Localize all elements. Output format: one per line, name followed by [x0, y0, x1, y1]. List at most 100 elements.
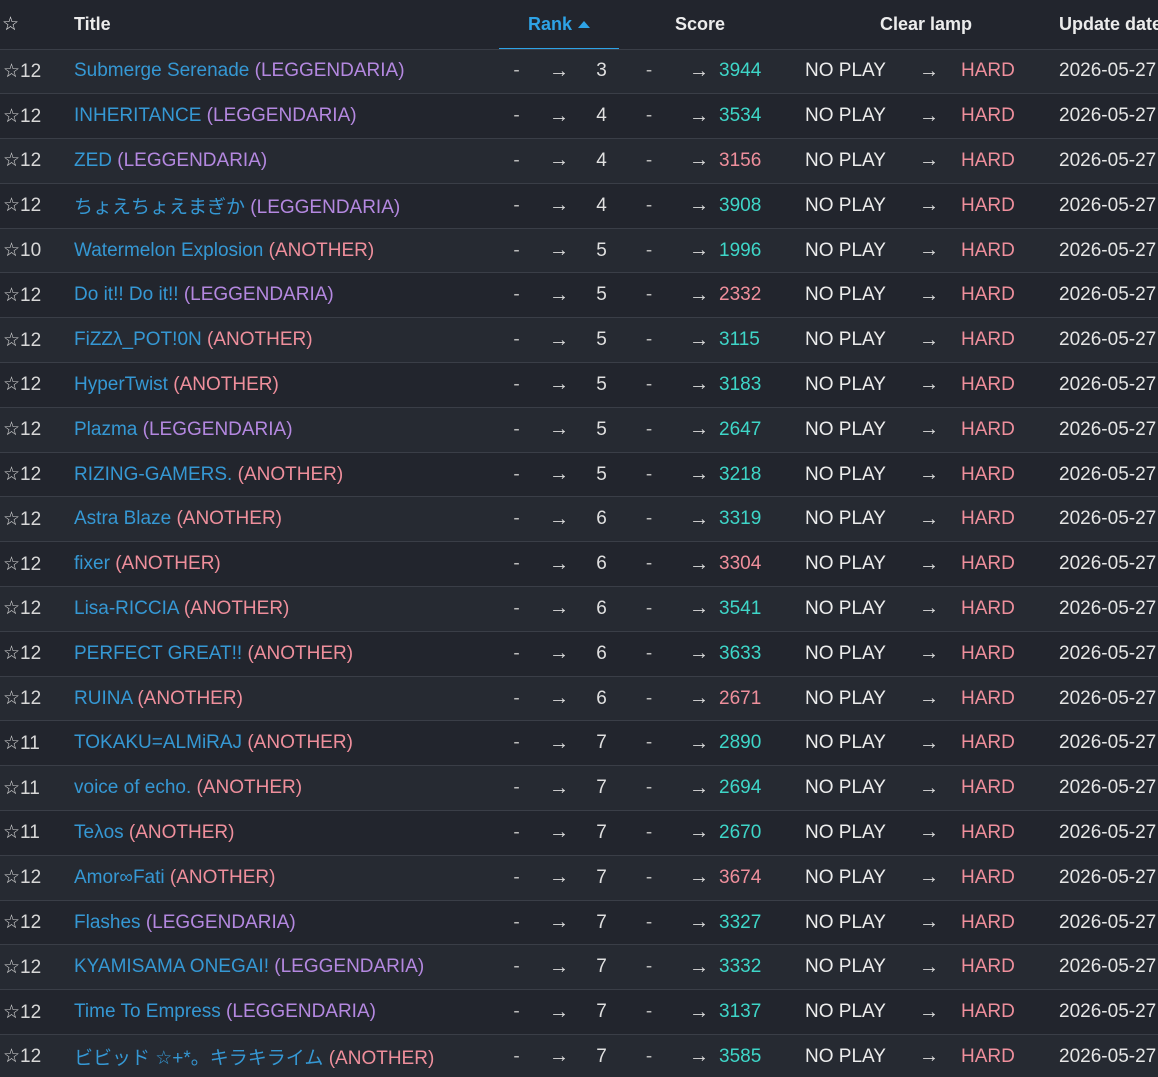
lamp-new: HARD: [961, 239, 1015, 261]
table-row[interactable]: ☆12 INHERITANCE (LEGGENDARIA) - → 4- → 3534 NO …: [0, 93, 1158, 139]
song-title-link[interactable]: PERFECT GREAT!!: [74, 643, 242, 664]
rank-old: -: [513, 239, 520, 261]
song-title-link[interactable]: KYAMISAMA ONEGAI!: [74, 956, 269, 977]
rank-arrow-icon: →: [549, 149, 569, 172]
table-row[interactable]: ☆12 Astra Blaze (ANOTHER) - → 6- → 3319 NO PLAY…: [0, 496, 1158, 542]
lamp-old: NO PLAY: [805, 284, 886, 306]
rank-old: -: [513, 418, 520, 440]
lamp-arrow-icon: →: [919, 866, 939, 889]
rank-new: 7: [596, 956, 607, 978]
table-row[interactable]: ☆12 fixer (ANOTHER) - → 6- → 3304 NO PLAY → HARD 2…: [0, 541, 1158, 587]
lamp-arrow-icon: →: [919, 731, 939, 754]
song-title-link[interactable]: RUINA: [74, 688, 132, 709]
rank-arrow-icon: →: [549, 687, 569, 710]
table-row[interactable]: ☆10 Watermelon Explosion (ANOTHER) - → 5- → 19…: [0, 228, 1158, 273]
difficulty-label: (LEGGENDARIA): [274, 956, 425, 978]
song-title-link[interactable]: Lisa-RICCIA: [74, 598, 179, 619]
lamp-arrow-icon: →: [919, 418, 939, 441]
song-title-link[interactable]: Flashes: [74, 912, 141, 933]
score-new: 3541: [719, 597, 762, 619]
difficulty-label: (ANOTHER): [173, 373, 279, 395]
level-cell: ☆11: [3, 777, 40, 799]
rank-old: -: [513, 373, 520, 395]
update-date: 2026-05-27: [1059, 284, 1157, 306]
score-old: -: [645, 418, 653, 440]
lamp-old: NO PLAY: [805, 60, 886, 82]
song-title-link[interactable]: Plazma: [74, 419, 137, 440]
rank-arrow-icon: →: [549, 731, 569, 754]
rank-header[interactable]: Rank: [499, 0, 619, 50]
lamp-arrow-icon: →: [919, 373, 939, 396]
title-cell: ZED (LEGGENDARIA): [74, 139, 499, 184]
table-row[interactable]: ☆12 Submerge Serenade (LEGGENDARIA) - → 3- → 3…: [0, 49, 1158, 94]
table-row[interactable]: ☆11 TOKAKU=ALMiRAJ (ANOTHER) - → 7- → 2890 NO P…: [0, 720, 1158, 766]
lamp-arrow-icon: →: [919, 955, 939, 978]
update-date: 2026-05-27: [1059, 553, 1157, 575]
song-title-link[interactable]: voice of echo.: [74, 777, 191, 798]
update-date-header[interactable]: Update date: [1049, 0, 1158, 50]
song-title-link[interactable]: Time To Empress: [74, 1001, 221, 1022]
title-header[interactable]: Title: [74, 0, 499, 50]
table-row[interactable]: ☆12 RIZING-GAMERS. (ANOTHER) - → 5- → 3218 NO P…: [0, 452, 1158, 497]
table-row[interactable]: ☆12 ちょえちょえまぎか (LEGGENDARIA) - → 4- → 3908 NO PL…: [0, 183, 1158, 229]
level-cell: ☆12: [3, 688, 42, 710]
table-row[interactable]: ☆12 Flashes (LEGGENDARIA) - → 7- → 3327 NO PLAY…: [0, 900, 1158, 945]
score-header[interactable]: Score: [619, 0, 805, 50]
score-arrow-icon: →: [689, 507, 709, 530]
song-title-link[interactable]: ちょえちょえまぎか: [74, 197, 245, 218]
difficulty-label: (ANOTHER): [328, 1048, 435, 1070]
level-sort-header[interactable]: ☆: [0, 0, 74, 50]
table-row[interactable]: ☆12 HyperTwist (ANOTHER) - → 5- → 3183 NO PLAY →…: [0, 362, 1158, 408]
table-row[interactable]: ☆12 Do it!! Do it!! (LEGGENDARIA) - → 5- → 233…: [0, 272, 1158, 318]
score-arrow-icon: →: [689, 1045, 709, 1068]
level-cell: ☆12: [3, 150, 42, 172]
difficulty-label: (LEGGENDARIA): [250, 197, 401, 219]
song-title-link[interactable]: Astra Blaze: [74, 508, 171, 529]
song-title-link[interactable]: FiZZλ_POT!0N: [74, 329, 202, 350]
song-title-link[interactable]: fixer: [74, 553, 110, 574]
score-old: -: [645, 732, 653, 754]
score-old: -: [645, 1001, 653, 1023]
song-title-link[interactable]: TOKAKU=ALMiRAJ: [74, 732, 242, 753]
table-row[interactable]: ☆11 voice of echo. (ANOTHER) - → 7- → 2694 NO P…: [0, 765, 1158, 811]
title-cell: Submerge Serenade (LEGGENDARIA): [74, 49, 499, 94]
table-row[interactable]: ☆12 Amor∞Fati (ANOTHER) - → 7- → 3674 NO PLAY → H…: [0, 855, 1158, 901]
lamp-arrow-icon: →: [919, 507, 939, 530]
table-row[interactable]: ☆12 FiZZλ_POT!0N (ANOTHER) - → 5- → 3115 NO PLA…: [0, 317, 1158, 363]
table-row[interactable]: ☆12 Plazma (LEGGENDARIA) - → 5- → 2647 NO PLAY →…: [0, 407, 1158, 453]
table-row[interactable]: ☆12 Lisa-RICCIA (ANOTHER) - → 6- → 3541 NO PLAY…: [0, 586, 1158, 632]
song-title-link[interactable]: RIZING-GAMERS.: [74, 464, 232, 485]
table-row[interactable]: ☆12 ZED (LEGGENDARIA) - → 4- → 3156 NO PLAY → HAR…: [0, 138, 1158, 184]
rank-old: -: [513, 956, 520, 978]
score-arrow-icon: →: [689, 597, 709, 620]
song-title-link[interactable]: ビビッド ☆+*。キラキライム: [74, 1048, 323, 1069]
song-title-link[interactable]: ZED: [74, 150, 112, 171]
song-title-link[interactable]: Teλos: [74, 822, 124, 843]
title-cell: Plazma (LEGGENDARIA): [74, 407, 499, 452]
song-title-link[interactable]: Submerge Serenade: [74, 60, 249, 81]
score-new: 3137: [719, 1001, 762, 1023]
song-title-link[interactable]: Amor∞Fati: [74, 867, 165, 888]
score-arrow-icon: →: [689, 955, 709, 978]
lamp-old: NO PLAY: [805, 373, 886, 395]
table-row[interactable]: ☆12 Time To Empress (LEGGENDARIA) - → 7- → 313…: [0, 989, 1158, 1035]
song-title-link[interactable]: INHERITANCE: [74, 105, 201, 126]
table-row[interactable]: ☆12 PERFECT GREAT!! (ANOTHER) - → 6- → 3633 NO …: [0, 631, 1158, 677]
score-arrow-icon: →: [689, 104, 709, 127]
rank-arrow-icon: →: [549, 59, 569, 82]
table-row[interactable]: ☆12 KYAMISAMA ONEGAI! (LEGGENDARIA) - → 7- → 3…: [0, 944, 1158, 990]
table-row[interactable]: ☆11 Teλos (ANOTHER) - → 7- → 2670 NO PLAY → HARD 2…: [0, 810, 1158, 856]
difficulty-label: (ANOTHER): [115, 553, 221, 575]
table-header-row: ☆ Title Rank Score Clear lamp Update dat…: [0, 0, 1158, 50]
score-old: -: [645, 866, 653, 888]
score-new: 2332: [719, 284, 762, 306]
table-row[interactable]: ☆12 RUINA (ANOTHER) - → 6- → 2671 NO PLAY → HARD 2…: [0, 676, 1158, 721]
table-row[interactable]: ☆12 ビビッド ☆+*。キラキライム (ANOTHER) - → 7- → 3585 NO …: [0, 1034, 1158, 1077]
clear-lamp-header[interactable]: Clear lamp: [805, 0, 1050, 50]
song-title-link[interactable]: Watermelon Explosion: [74, 240, 263, 261]
lamp-old: NO PLAY: [805, 105, 886, 127]
score-old: -: [645, 60, 653, 82]
score-new: 3908: [719, 194, 762, 216]
song-title-link[interactable]: HyperTwist: [74, 374, 168, 395]
song-title-link[interactable]: Do it!! Do it!!: [74, 284, 179, 305]
